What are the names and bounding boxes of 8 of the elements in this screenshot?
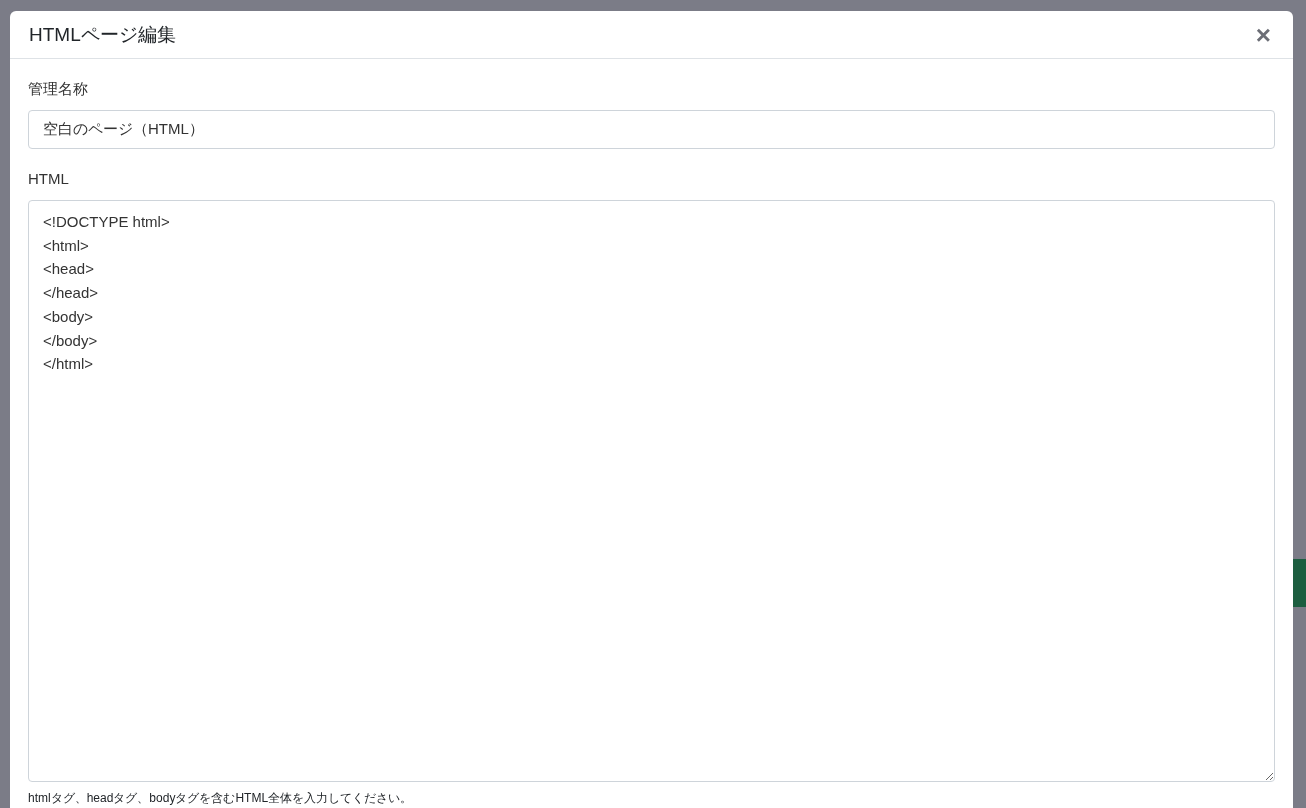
close-button[interactable]: × [1251, 21, 1275, 48]
field-label: 管理名称 [28, 79, 88, 99]
field-label: HTML [28, 169, 69, 189]
html-textarea[interactable]: <!DOCTYPE html> <html> <head> </head> <body> </body> </html> [28, 200, 1275, 782]
help-text: htmlタグ、headタグ、bodyタグを含むHTML全体を入力してください。 [28, 790, 413, 807]
input-field[interactable]: 空白のページ（HTML） [28, 110, 1275, 149]
button-fragment [1293, 559, 1306, 607]
modal-title: HTMLページ編集 [29, 22, 176, 47]
